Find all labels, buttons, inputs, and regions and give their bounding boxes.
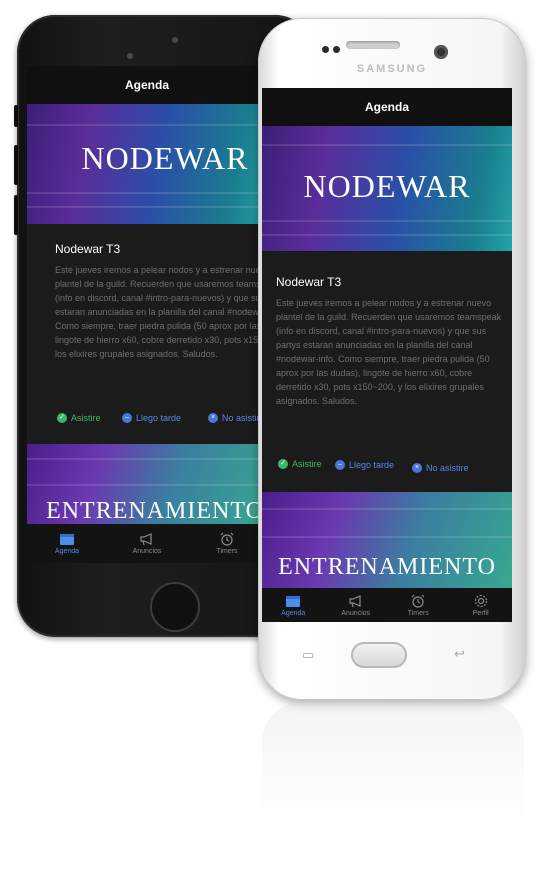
- tab-agenda-label: Agenda: [281, 609, 306, 617]
- late-label: Llego tarde: [349, 460, 395, 470]
- late-button[interactable]: – Llego tarde: [335, 460, 394, 470]
- banner-title: NODEWAR: [81, 140, 249, 176]
- attend-label: Asistire: [71, 413, 101, 423]
- tab-anuncios[interactable]: Anuncios: [325, 588, 388, 622]
- check-icon: ✓: [278, 459, 288, 469]
- samsung-screen: Agenda NODEWAR Nodewar T3 Este jueves ir…: [262, 88, 512, 622]
- megaphone-icon: [140, 533, 152, 546]
- late-button[interactable]: – Llego tarde: [122, 413, 181, 423]
- page-title: Agenda: [27, 66, 267, 104]
- proximity-sensor: [127, 53, 133, 59]
- event-title: Nodewar T3: [276, 275, 342, 289]
- back-icon[interactable]: ↩: [454, 646, 465, 662]
- attend-label: Asistire: [292, 459, 322, 469]
- clock-icon: –: [335, 460, 345, 470]
- front-camera: [172, 37, 178, 43]
- tab-agenda[interactable]: Agenda: [27, 524, 107, 563]
- alarm-clock-icon: [220, 532, 234, 546]
- tab-perfil-label: Perfil: [472, 609, 489, 617]
- tab-anuncios-label: Anuncios: [132, 548, 162, 555]
- recent-apps-icon[interactable]: ▭: [302, 647, 314, 663]
- event-description: Este jueves iremos a pelear nodos y a es…: [55, 265, 267, 359]
- event-description: Este jueves iremos a pelear nodos y a es…: [276, 298, 502, 406]
- event-banner[interactable]: NODEWAR: [262, 126, 512, 251]
- sensor-right: [333, 46, 340, 53]
- alarm-clock-icon: [411, 594, 425, 608]
- volume-up-button: [14, 145, 18, 185]
- cross-icon: ×: [208, 413, 218, 423]
- earpiece-speaker: [346, 41, 400, 49]
- decline-label: No asistire: [426, 463, 469, 473]
- sensor-left: [322, 46, 329, 53]
- page-title: Agenda: [262, 88, 512, 126]
- brand-logo: SAMSUNG: [356, 63, 428, 75]
- front-camera: [434, 45, 448, 59]
- event-banner[interactable]: NODEWAR: [27, 104, 267, 224]
- tab-bar: Agenda Anuncios Timers Perfil: [262, 588, 512, 622]
- tab-anuncios[interactable]: Anuncios: [107, 524, 187, 563]
- attend-button[interactable]: ✓ Asistire: [278, 459, 322, 469]
- tab-timers[interactable]: Timers: [387, 588, 450, 622]
- clock-icon: –: [122, 413, 132, 423]
- tab-bar: Agenda Anuncios Timers: [27, 524, 267, 563]
- tab-anuncios-label: Anuncios: [341, 609, 371, 617]
- decline-button[interactable]: × No asistire: [208, 413, 265, 423]
- banner-2-title: ENTRENAMIENTO: [278, 554, 496, 580]
- tab-agenda-label: Agenda: [54, 548, 80, 555]
- tab-timers[interactable]: Timers: [187, 524, 267, 563]
- volume-down-button: [14, 195, 18, 235]
- iphone-screen: Agenda NODEWAR Nodewar T3 Este jueves ir…: [27, 66, 267, 563]
- tab-timers-label: Timers: [216, 548, 238, 555]
- event-title: Nodewar T3: [55, 242, 121, 256]
- tab-timers-label: Timers: [407, 609, 429, 617]
- banner-2-title: ENTRENAMIENTO: [46, 498, 264, 524]
- home-button[interactable]: [351, 642, 407, 668]
- decline-button[interactable]: × No asistire: [412, 463, 469, 473]
- check-icon: ✓: [57, 413, 67, 423]
- megaphone-icon: [349, 594, 361, 607]
- home-button: [150, 582, 200, 632]
- calendar-icon: [286, 595, 301, 607]
- event-banner-2[interactable]: ENTRENAMIENTO: [262, 492, 512, 588]
- tab-agenda[interactable]: Agenda: [262, 588, 325, 622]
- gear-icon: [474, 594, 487, 607]
- cross-icon: ×: [412, 463, 422, 473]
- device-reflection: [262, 702, 524, 822]
- attend-button[interactable]: ✓ Asistire: [57, 413, 101, 423]
- tab-perfil[interactable]: Perfil: [450, 588, 513, 622]
- late-label: Llego tarde: [136, 413, 182, 423]
- banner-title: NODEWAR: [303, 168, 471, 204]
- calendar-icon: [60, 534, 74, 545]
- event-banner-2[interactable]: ENTRENAMIENTO: [27, 444, 267, 524]
- mute-switch: [14, 105, 18, 127]
